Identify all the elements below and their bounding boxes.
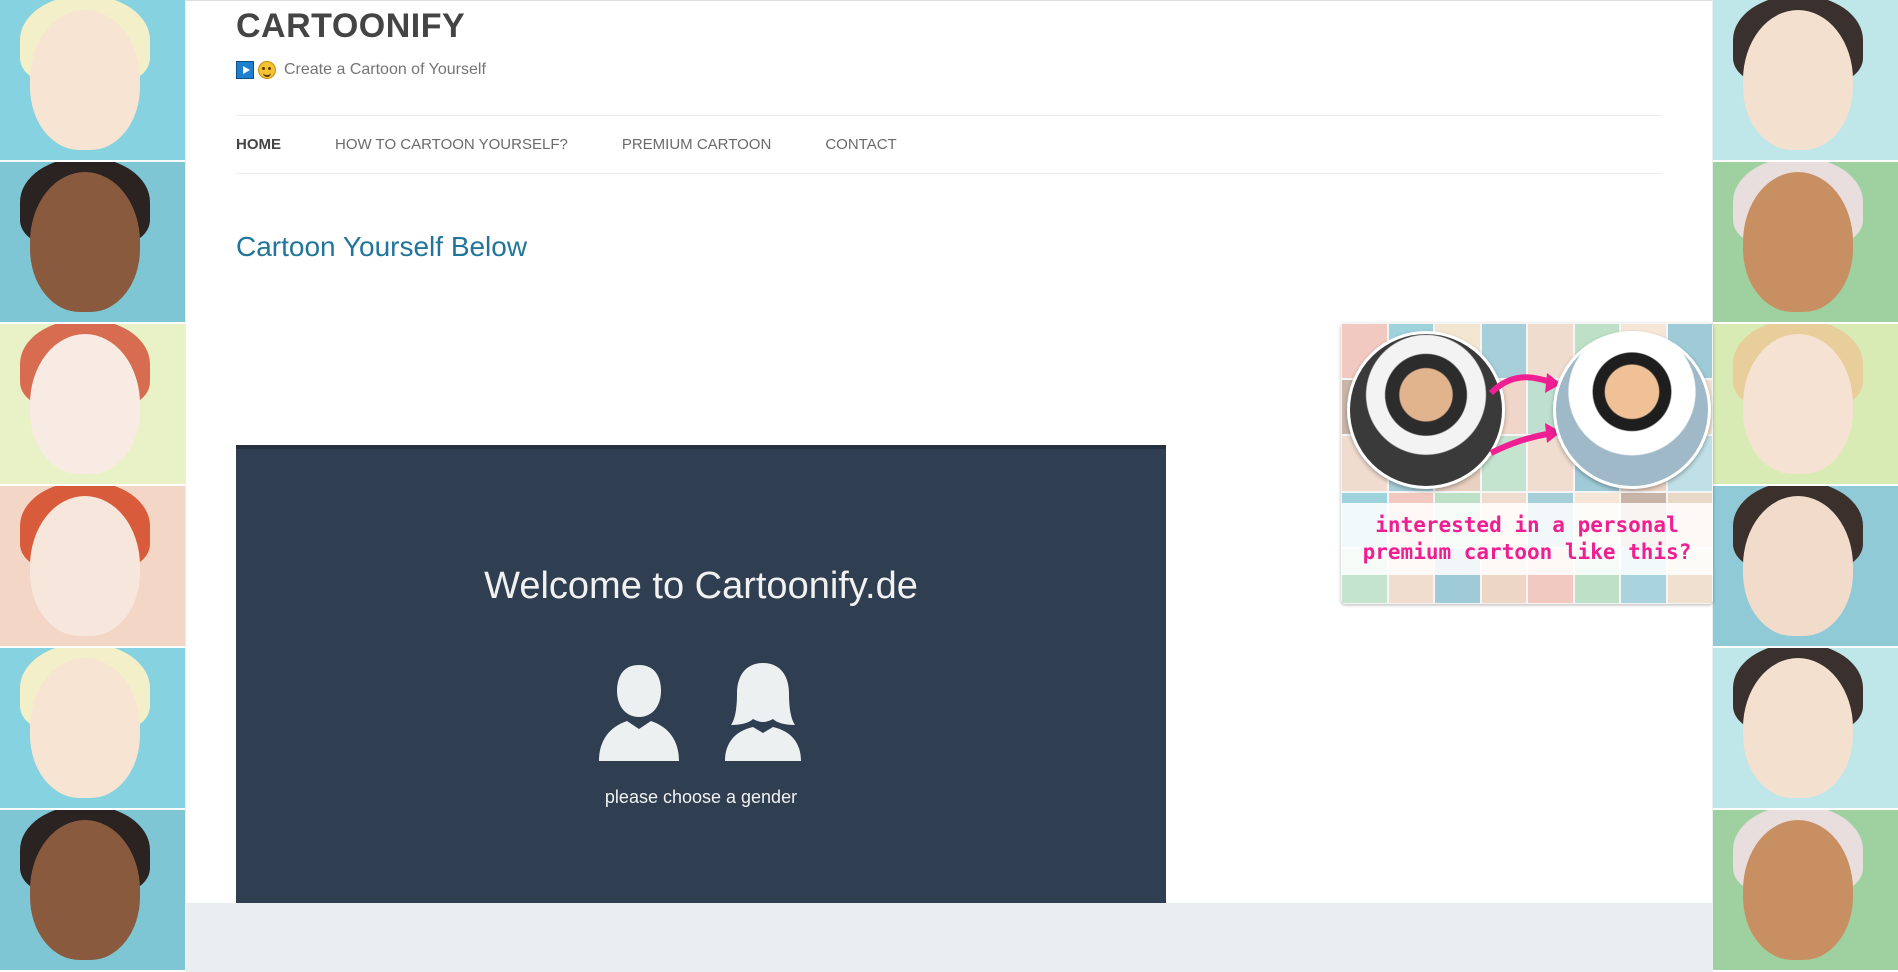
premium-cartoon-promo-banner[interactable]: interested in a personal premium cartoon… [1341,323,1713,604]
background-avatar-pattern-right [1713,0,1898,972]
play-button-icon [236,61,254,79]
female-silhouette-icon[interactable] [719,661,807,761]
background-avatar-pattern-left [0,0,185,972]
nav-item-contact[interactable]: CONTACT [825,136,896,153]
page-title: Cartoon Yourself Below [236,231,528,262]
promo-line-1: interested in a personal [1375,513,1679,537]
cartoonify-app-panel: Welcome to Cartoonify.de please choose a… [236,445,1166,903]
gender-selector [236,661,1166,761]
smiley-icon [258,61,276,79]
nav-item-home[interactable]: HOME [236,136,281,153]
site-title[interactable]: CARTOONIFY [236,7,465,46]
nav-item-how-to[interactable]: HOW TO CARTOON YOURSELF? [335,136,568,153]
main-navigation: HOME HOW TO CARTOON YOURSELF? PREMIUM CA… [236,115,1662,174]
gender-hint-text: please choose a gender [604,787,798,807]
tagline-text: Create a Cartoon of Yourself [284,61,486,78]
male-silhouette-icon[interactable] [595,661,683,761]
page-container: CARTOONIFY Create a Cartoon of Yourself … [186,0,1713,903]
app-welcome-title: Welcome to Cartoonify.de [484,565,918,607]
nav-item-premium-cartoon[interactable]: PREMIUM CARTOON [622,136,771,153]
promo-line-2: premium cartoon like this? [1362,540,1692,564]
site-tagline: Create a Cartoon of Yourself [236,59,486,81]
cartoon-portrait-image [1553,331,1711,489]
promo-text-box: interested in a personal premium cartoon… [1341,503,1713,575]
